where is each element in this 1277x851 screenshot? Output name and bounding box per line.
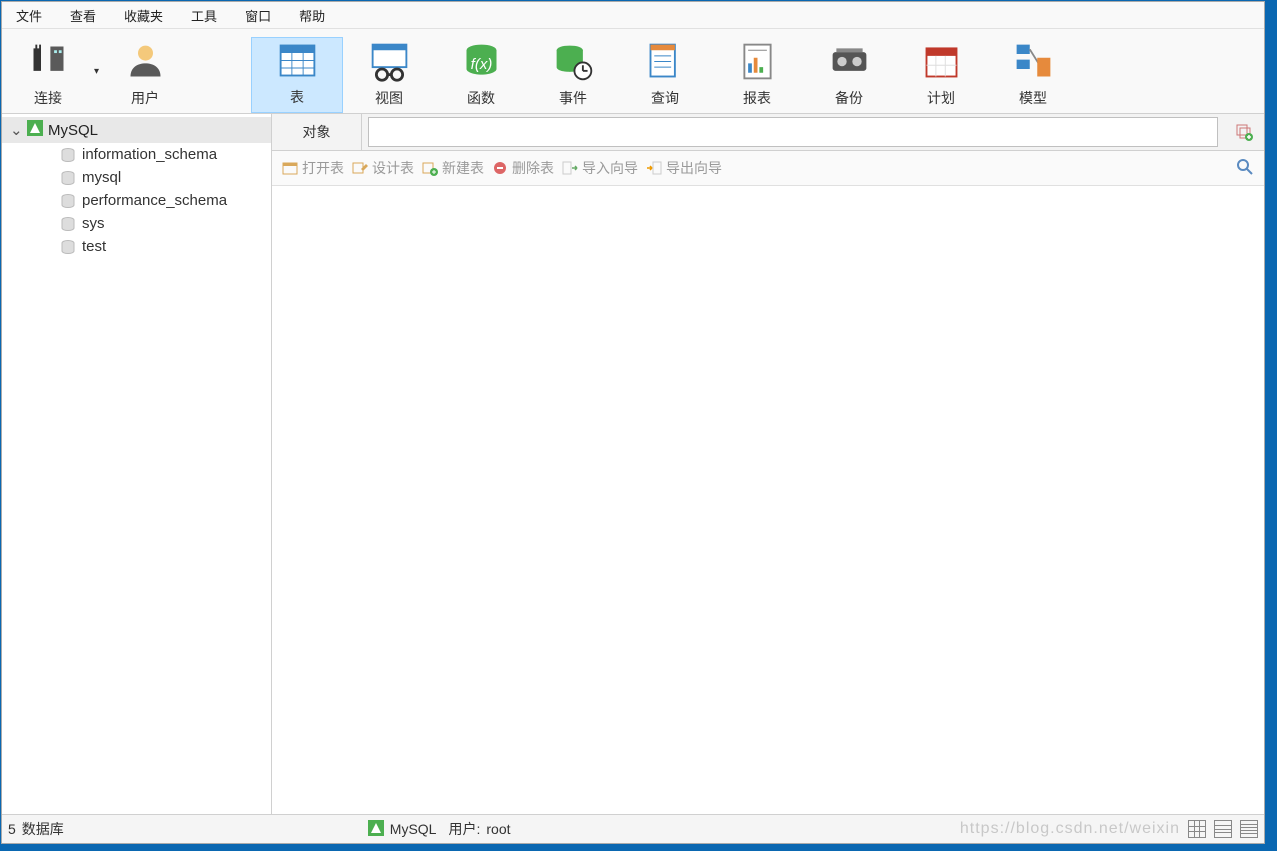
tree-connection-mysql[interactable]: ⌄ MySQL — [2, 117, 271, 143]
tree-db-label: information_schema — [82, 146, 217, 163]
query-icon — [643, 39, 688, 84]
schedule-icon — [919, 39, 964, 84]
main-panel: 对象 打开表 设计表 新建表 — [272, 114, 1264, 814]
menu-file[interactable]: 文件 — [2, 2, 56, 29]
toolbar-function[interactable]: f(x) 函数 — [435, 39, 527, 113]
open-table-icon — [282, 160, 298, 176]
tree-db-performance-schema[interactable]: performance_schema — [2, 189, 271, 212]
new-tab-plus-icon — [1235, 123, 1253, 141]
body: ⌄ MySQL information_schema mysql perform… — [2, 114, 1264, 814]
tree-db-label: sys — [82, 215, 105, 232]
content-area — [272, 186, 1264, 814]
search-button[interactable] — [1236, 158, 1254, 179]
toolbar-model-label: 模型 — [1019, 88, 1047, 108]
table-icon — [275, 38, 320, 83]
toolbar-table[interactable]: 表 — [251, 37, 343, 113]
toolbar-event[interactable]: 事件 — [527, 39, 619, 113]
toolbar-schedule[interactable]: 计划 — [895, 39, 987, 113]
toolbar-report-label: 报表 — [743, 88, 771, 108]
database-icon — [60, 148, 76, 162]
tree-db-label: performance_schema — [82, 192, 227, 209]
tree-db-sys[interactable]: sys — [2, 212, 271, 235]
object-filter-input[interactable] — [368, 117, 1218, 147]
toolbar-user-label: 用户 — [131, 88, 159, 108]
toolbar-user[interactable]: 用户 — [99, 39, 191, 113]
action-export-wizard[interactable]: 导出向导 — [646, 158, 722, 178]
toolbar-model[interactable]: 模型 — [987, 39, 1079, 113]
action-import-wizard[interactable]: 导入向导 — [562, 158, 638, 178]
svg-text:f(x): f(x) — [470, 56, 492, 73]
action-toolbar: 打开表 设计表 新建表 删除表 导入向导 — [272, 151, 1264, 186]
status-user: 用户: root — [448, 819, 510, 839]
toolbar-connect[interactable]: 连接 — [2, 39, 94, 113]
tree-db-label: test — [82, 238, 106, 255]
toolbar-query[interactable]: 查询 — [619, 39, 711, 113]
watermark-text: https://blog.csdn.net/weixin — [960, 820, 1180, 838]
search-icon — [1236, 158, 1254, 176]
status-db-count: 5 数据库 — [8, 819, 64, 839]
menu-window[interactable]: 窗口 — [231, 2, 285, 29]
design-table-icon — [352, 160, 368, 176]
menu-view[interactable]: 查看 — [56, 2, 110, 29]
menu-favorites[interactable]: 收藏夹 — [110, 2, 177, 29]
action-delete-table[interactable]: 删除表 — [492, 158, 554, 178]
import-icon — [562, 160, 578, 176]
report-icon — [735, 39, 780, 84]
status-bar: 5 数据库 MySQL 用户: root https://blog.csdn.n… — [2, 814, 1264, 843]
toolbar-table-label: 表 — [290, 87, 304, 107]
new-tab-button[interactable] — [1224, 114, 1264, 150]
function-icon: f(x) — [459, 39, 504, 84]
plug-icon — [26, 39, 71, 84]
toolbar-event-label: 事件 — [559, 88, 587, 108]
view-list-button[interactable] — [1214, 820, 1232, 838]
new-table-icon — [422, 160, 438, 176]
expand-icon[interactable]: ⌄ — [10, 121, 22, 139]
object-bar: 对象 — [272, 114, 1264, 151]
view-grid-button[interactable] — [1188, 820, 1206, 838]
backup-icon — [827, 39, 872, 84]
tree-connection-label: MySQL — [48, 122, 98, 139]
toolbar-backup[interactable]: 备份 — [803, 39, 895, 113]
menu-help[interactable]: 帮助 — [285, 2, 339, 29]
model-icon — [1011, 39, 1056, 84]
object-tab[interactable]: 对象 — [272, 114, 362, 150]
database-icon — [60, 240, 76, 254]
database-icon — [60, 194, 76, 208]
action-design-table[interactable]: 设计表 — [352, 158, 414, 178]
user-icon — [123, 39, 168, 84]
tree-db-label: mysql — [82, 169, 121, 186]
toolbar-schedule-label: 计划 — [927, 88, 955, 108]
export-icon — [646, 160, 662, 176]
menu-tools[interactable]: 工具 — [177, 2, 231, 29]
toolbar-function-label: 函数 — [467, 88, 495, 108]
action-new-table[interactable]: 新建表 — [422, 158, 484, 178]
toolbar: 连接 ▾ 用户 表 视图 f(x) 函数 — [2, 29, 1264, 114]
toolbar-query-label: 查询 — [651, 88, 679, 108]
database-icon — [60, 217, 76, 231]
toolbar-view-label: 视图 — [375, 88, 403, 108]
connection-tree[interactable]: ⌄ MySQL information_schema mysql perform… — [2, 114, 272, 814]
menu-bar: 文件 查看 收藏夹 工具 窗口 帮助 — [2, 2, 1264, 29]
toolbar-view[interactable]: 视图 — [343, 39, 435, 113]
event-icon — [551, 39, 596, 84]
view-detail-button[interactable] — [1240, 820, 1258, 838]
view-icon — [367, 39, 412, 84]
database-icon — [60, 171, 76, 185]
tree-db-mysql[interactable]: mysql — [2, 166, 271, 189]
tree-db-information-schema[interactable]: information_schema — [2, 143, 271, 166]
status-connection: MySQL — [368, 820, 437, 839]
toolbar-connect-label: 连接 — [34, 88, 62, 108]
action-open-table[interactable]: 打开表 — [282, 158, 344, 178]
navicat-icon — [368, 820, 384, 839]
toolbar-backup-label: 备份 — [835, 88, 863, 108]
delete-table-icon — [492, 160, 508, 176]
navicat-icon — [27, 120, 43, 140]
toolbar-report[interactable]: 报表 — [711, 39, 803, 113]
tree-db-test[interactable]: test — [2, 235, 271, 258]
